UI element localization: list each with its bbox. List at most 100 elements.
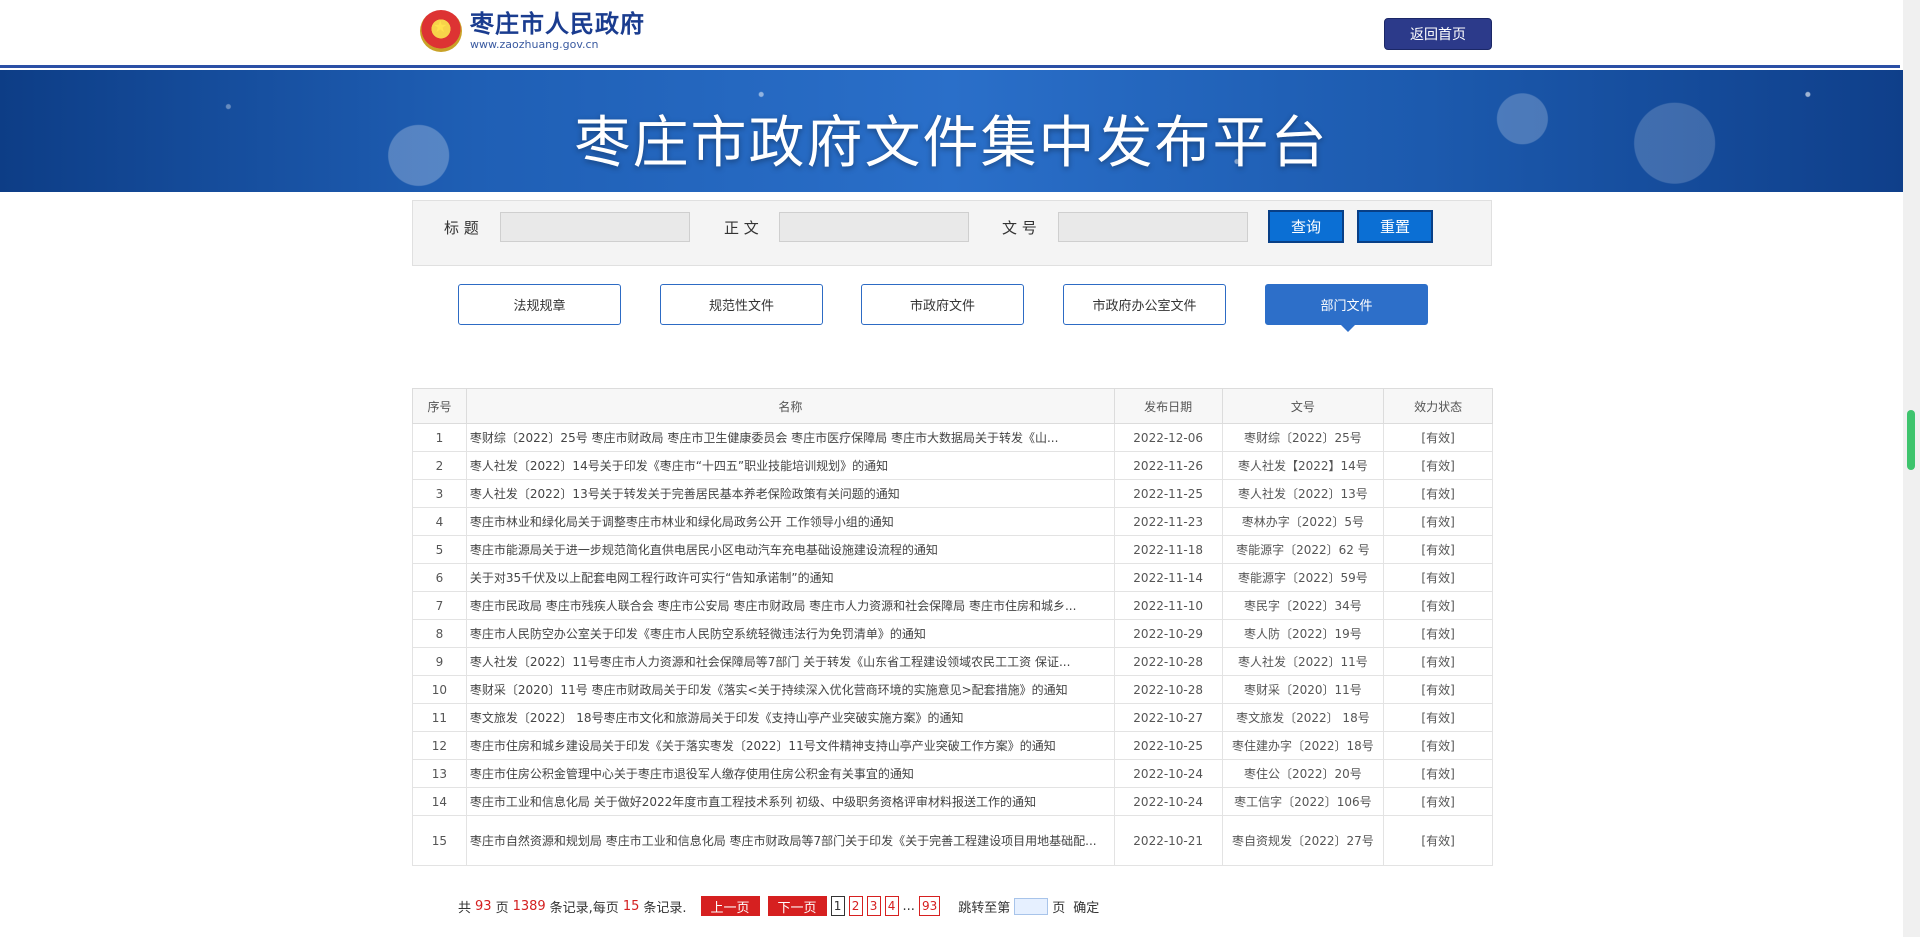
page-number-last[interactable]: 93	[918, 896, 941, 916]
row-status: [有效]	[1383, 479, 1493, 508]
row-docno: 枣住公〔2022〕20号	[1221, 759, 1385, 788]
row-status: [有效]	[1383, 563, 1493, 592]
row-no: 12	[412, 731, 467, 760]
national-emblem-icon	[420, 10, 462, 52]
row-title-link[interactable]: 枣文旅发〔2022〕 18号枣庄市文化和旅游局关于印发《支持山亭产业突破实施方案…	[465, 703, 1115, 732]
site-name: 枣庄市人民政府	[470, 10, 645, 38]
row-title-link[interactable]: 枣庄市自然资源和规划局 枣庄市工业和信息化局 枣庄市财政局等7部门关于印发《关于…	[465, 815, 1115, 866]
header-docno: 文号	[1221, 388, 1385, 424]
row-title-link[interactable]: 枣庄市能源局关于进一步规范简化直供电居民小区电动汽车充电基础设施建设流程的通知	[465, 535, 1115, 564]
row-status: [有效]	[1383, 423, 1493, 452]
table-header-row: 序号 名称 发布日期 文号 效力状态	[412, 388, 1493, 424]
banner: 枣庄市政府文件集中发布平台	[0, 70, 1903, 192]
page-scrollbar[interactable]	[1903, 0, 1920, 937]
row-docno: 枣文旅发〔2022〕 18号	[1221, 703, 1385, 732]
scrollbar-thumb[interactable]	[1907, 410, 1915, 470]
row-date: 2022-10-27	[1113, 703, 1223, 732]
row-no: 5	[412, 535, 467, 564]
tab-government-office-documents[interactable]: 市政府办公室文件	[1063, 284, 1226, 325]
tab-department-documents[interactable]: 部门文件	[1265, 284, 1428, 332]
row-no: 7	[412, 591, 467, 620]
row-docno: 枣能源字〔2022〕59号	[1221, 563, 1385, 592]
table-row: 14 枣庄市工业和信息化局 关于做好2022年度市直工程技术系列 初级、中级职务资…	[412, 787, 1493, 816]
docno-input[interactable]	[1058, 212, 1248, 242]
row-status: [有效]	[1383, 759, 1493, 788]
tab-normative-documents[interactable]: 规范性文件	[660, 284, 823, 325]
row-title-link[interactable]: 枣人社发〔2022〕13号关于转发关于完善居民基本养老保险政策有关问题的通知	[465, 479, 1115, 508]
row-status: [有效]	[1383, 787, 1493, 816]
row-date: 2022-10-28	[1113, 647, 1223, 676]
table-row: 5 枣庄市能源局关于进一步规范简化直供电居民小区电动汽车充电基础设施建设流程的通知…	[412, 535, 1493, 564]
pager-total-pages: 93	[475, 898, 492, 914]
row-docno: 枣民字〔2022〕34号	[1221, 591, 1385, 620]
table-row: 13 枣庄市住房公积金管理中心关于枣庄市退役军人缴存使用住房公积金有关事宜的通知 2…	[412, 759, 1493, 788]
tab-city-government-documents[interactable]: 市政府文件	[861, 284, 1024, 325]
row-title-link[interactable]: 枣庄市住房公积金管理中心关于枣庄市退役军人缴存使用住房公积金有关事宜的通知	[465, 759, 1115, 788]
table-row: 6 关于对35千伏及以上配套电网工程行政许可实行“告知承诺制”的通知 2022-11…	[412, 563, 1493, 592]
row-status: [有效]	[1383, 619, 1493, 648]
pager-per-page-text: 条记录.	[643, 900, 687, 916]
pager-total-prefix: 共	[458, 900, 472, 916]
row-title-link[interactable]: 枣财综〔2022〕25号 枣庄市财政局 枣庄市卫生健康委员会 枣庄市医疗保障局 …	[465, 423, 1115, 452]
page-number-1[interactable]: 1	[830, 896, 845, 916]
row-title-link[interactable]: 枣财采〔2020〕11号 枣庄市财政局关于印发《落实<关于持续深入优化营商环境的…	[465, 675, 1115, 704]
docno-label: 文 号	[1002, 219, 1037, 237]
reset-button[interactable]: 重置	[1357, 210, 1433, 243]
pager-per-page: 15	[622, 898, 640, 914]
prev-page-button[interactable]: 上一页	[700, 896, 760, 916]
row-title-link[interactable]: 枣庄市林业和绿化局关于调整枣庄市林业和绿化局政务公开 工作领导小组的通知	[465, 507, 1115, 536]
table-row: 4 枣庄市林业和绿化局关于调整枣庄市林业和绿化局政务公开 工作领导小组的通知 202…	[412, 507, 1493, 536]
header-name: 名称	[465, 388, 1115, 424]
row-title-link[interactable]: 枣庄市工业和信息化局 关于做好2022年度市直工程技术系列 初级、中级职务资格评…	[465, 787, 1115, 816]
page-number-3[interactable]: 3	[866, 896, 881, 916]
row-date: 2022-10-24	[1113, 759, 1223, 788]
return-home-button[interactable]: 返回首页	[1384, 18, 1492, 50]
pager-ellipsis: ...	[902, 898, 915, 914]
row-no: 14	[412, 787, 467, 816]
row-no: 6	[412, 563, 467, 592]
jump-confirm-button[interactable]: 确定	[1073, 897, 1099, 916]
row-title-link[interactable]: 枣人社发〔2022〕14号关于印发《枣庄市“十四五”职业技能培训规划》的通知	[465, 451, 1115, 480]
jump-page-input[interactable]	[1014, 897, 1049, 915]
header-no: 序号	[412, 388, 467, 424]
row-status: [有效]	[1383, 703, 1493, 732]
row-docno: 枣财综〔2022〕25号	[1221, 423, 1385, 452]
row-no: 2	[412, 451, 467, 480]
row-status: [有效]	[1383, 647, 1493, 676]
page-number-2[interactable]: 2	[848, 896, 863, 916]
row-title-link[interactable]: 枣庄市人民防空办公室关于印发《枣庄市人民防空系统轻微违法行为免罚清单》的通知	[465, 619, 1115, 648]
title-input[interactable]	[500, 212, 690, 242]
row-date: 2022-10-21	[1113, 815, 1223, 866]
row-docno: 枣人防〔2022〕19号	[1221, 619, 1385, 648]
row-date: 2022-11-18	[1113, 535, 1223, 564]
table-row: 1 枣财综〔2022〕25号 枣庄市财政局 枣庄市卫生健康委员会 枣庄市医疗保障局…	[412, 423, 1493, 452]
row-title-link[interactable]: 关于对35千伏及以上配套电网工程行政许可实行“告知承诺制”的通知	[465, 563, 1115, 592]
banner-title: 枣庄市政府文件集中发布平台	[574, 111, 1329, 176]
jump-label: 跳转至第	[958, 900, 1011, 916]
row-date: 2022-11-14	[1113, 563, 1223, 592]
row-no: 13	[412, 759, 467, 788]
row-date: 2022-10-28	[1113, 675, 1223, 704]
body-input[interactable]	[779, 212, 969, 242]
site-url: www.zaozhuang.gov.cn	[470, 38, 599, 51]
pager-pages-text: 页	[495, 900, 509, 916]
table-row: 11 枣文旅发〔2022〕 18号枣庄市文化和旅游局关于印发《支持山亭产业突破实施…	[412, 703, 1493, 732]
row-docno: 枣财采〔2020〕11号	[1221, 675, 1385, 704]
row-no: 3	[412, 479, 467, 508]
table-row: 8 枣庄市人民防空办公室关于印发《枣庄市人民防空系统轻微违法行为免罚清单》的通知 2…	[412, 619, 1493, 648]
jump-suffix: 页	[1052, 900, 1066, 916]
next-page-button[interactable]: 下一页	[767, 896, 827, 916]
row-title-link[interactable]: 枣庄市住房和城乡建设局关于印发《关于落实枣发〔2022〕11号文件精神支持山亭产…	[465, 731, 1115, 760]
table-row: 2 枣人社发〔2022〕14号关于印发《枣庄市“十四五”职业技能培训规划》的通知 2…	[412, 451, 1493, 480]
row-date: 2022-12-06	[1113, 423, 1223, 452]
row-title-link[interactable]: 枣人社发〔2022〕11号枣庄市人力资源和社会保障局等7部门 关于转发《山东省工…	[465, 647, 1115, 676]
site-logo[interactable]: 枣庄市人民政府 www.zaozhuang.gov.cn	[420, 10, 645, 52]
query-button[interactable]: 查询	[1268, 210, 1344, 243]
row-date: 2022-10-25	[1113, 731, 1223, 760]
row-docno: 枣人社发〔2022〕11号	[1221, 647, 1385, 676]
row-title-link[interactable]: 枣庄市民政局 枣庄市残疾人联合会 枣庄市公安局 枣庄市财政局 枣庄市人力资源和社…	[465, 591, 1115, 620]
tab-laws-regulations[interactable]: 法规规章	[458, 284, 621, 325]
pager-records-text: 条记录,每页	[549, 900, 619, 916]
page-number-4[interactable]: 4	[884, 896, 899, 916]
row-docno: 枣工信字〔2022〕106号	[1221, 787, 1385, 816]
